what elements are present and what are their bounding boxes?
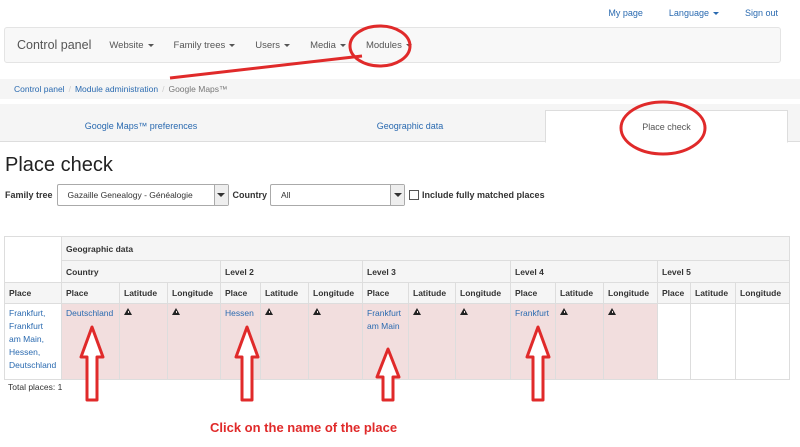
country-latitude-cell (119, 303, 168, 380)
empty-header-cell (4, 260, 62, 283)
level4-place-header: Place (510, 282, 556, 304)
country-value: All (281, 190, 291, 200)
country-longitude-header: Longitude (167, 282, 221, 304)
level4-header: Level 4 (510, 260, 658, 283)
caret-down-icon (229, 43, 236, 47)
place-column-header: Place (4, 282, 62, 304)
annotation-caption: Click on the name of the place (210, 420, 398, 435)
empty-header-cell (4, 236, 62, 261)
warning-icon (560, 308, 568, 315)
table-row: Frankfurt, Frankfurt am Main, Hessen, De… (4, 303, 790, 380)
family-tree-label: Family tree (5, 190, 53, 200)
place-check-table: Geographic data Country Level 2 Level 3 … (4, 236, 790, 380)
nav-family-trees-label: Family trees (173, 39, 226, 51)
level2-place-header: Place (220, 282, 261, 304)
level3-longitude-cell (455, 303, 511, 380)
caret-down-icon (284, 43, 291, 47)
geographic-data-header: Geographic data (61, 236, 790, 261)
level2-latitude-cell (260, 303, 309, 380)
warning-icon (608, 308, 616, 315)
breadcrumb-separator: / (162, 84, 165, 94)
breadcrumb-separator: / (68, 84, 71, 94)
level5-latitude-cell (690, 303, 736, 380)
my-page-link[interactable]: My page (608, 8, 643, 18)
nav-media[interactable]: Media (300, 40, 356, 51)
country-select[interactable]: All (270, 184, 406, 206)
level3-longitude-header: Longitude (455, 282, 511, 304)
country-longitude-cell (167, 303, 221, 380)
level5-place-header: Place (657, 282, 691, 304)
level2-place-link[interactable]: Hessen (220, 303, 261, 380)
include-matched-label: Include fully matched places (422, 190, 545, 200)
breadcrumb-control-panel[interactable]: Control panel (14, 84, 65, 94)
level2-longitude-header: Longitude (308, 282, 363, 304)
country-label: Country (232, 190, 268, 200)
page-title: Place check (5, 154, 113, 176)
chevron-down-icon (213, 185, 228, 205)
level3-latitude-header: Latitude (408, 282, 456, 304)
tab-preferences[interactable]: Google Maps™ preferences (12, 110, 270, 142)
level2-longitude-cell (308, 303, 363, 380)
filter-bar: Family tree Gazaille Genealogy - Généalo… (5, 184, 545, 206)
level3-latitude-cell (408, 303, 456, 380)
caret-down-icon (405, 43, 412, 47)
level4-place-link[interactable]: Frankfurt (510, 303, 556, 380)
navbar-brand[interactable]: Control panel (17, 38, 91, 52)
warning-icon (460, 308, 468, 315)
breadcrumb: Control panel / Module administration / … (0, 79, 800, 99)
level4-latitude-cell (555, 303, 604, 380)
language-menu[interactable]: Language (669, 8, 719, 18)
sign-out-link[interactable]: Sign out (745, 8, 778, 18)
navbar: Control panel Website Family trees Users… (4, 27, 781, 63)
nav-users[interactable]: Users (245, 40, 300, 51)
breadcrumb-current: Google Maps™ (168, 84, 228, 94)
country-header: Country (61, 260, 221, 283)
level5-place-cell (657, 303, 691, 380)
tab-geographic-data[interactable]: Geographic data (280, 110, 540, 142)
country-place-link[interactable]: Deutschland (61, 303, 120, 380)
level3-place-header: Place (362, 282, 409, 304)
level5-header: Level 5 (657, 260, 790, 283)
language-label: Language (668, 8, 709, 18)
level3-place-link[interactable]: Frankfurt am Main (362, 303, 409, 380)
level2-header: Level 2 (220, 260, 363, 283)
place-full-name-link[interactable]: Frankfurt, Frankfurt am Main, Hessen, De… (4, 303, 62, 380)
level3-header: Level 3 (362, 260, 511, 283)
nav-family-trees[interactable]: Family trees (164, 40, 246, 51)
caret-down-icon (712, 12, 719, 16)
nav-modules-label: Modules (365, 39, 402, 51)
warning-icon (313, 308, 321, 315)
level5-longitude-header: Longitude (735, 282, 790, 304)
family-tree-value: Gazaille Genealogy - Généalogie (67, 190, 193, 200)
breadcrumb-module-admin[interactable]: Module administration (75, 84, 158, 94)
nav-media-label: Media (310, 39, 336, 51)
family-tree-select[interactable]: Gazaille Genealogy - Généalogie (56, 184, 229, 206)
include-matched-checkbox[interactable] (409, 190, 420, 200)
warning-icon (413, 308, 421, 315)
nav-users-label: Users (255, 39, 281, 51)
top-links: My page Language Sign out (582, 8, 778, 18)
chevron-down-icon (390, 185, 405, 205)
country-latitude-header: Latitude (119, 282, 168, 304)
nav-website[interactable]: Website (99, 40, 163, 51)
nav-modules[interactable]: Modules (356, 40, 422, 51)
warning-icon (172, 308, 180, 315)
total-places: Total places: 1 (8, 382, 63, 392)
level5-longitude-cell (735, 303, 790, 380)
level4-latitude-header: Latitude (555, 282, 604, 304)
nav-website-label: Website (109, 39, 144, 51)
country-place-header: Place (61, 282, 120, 304)
level4-longitude-cell (603, 303, 658, 380)
caret-down-icon (339, 43, 346, 47)
warning-icon (265, 308, 273, 315)
tab-bar: Google Maps™ preferences Geographic data… (0, 104, 800, 143)
level5-latitude-header: Latitude (690, 282, 736, 304)
warning-icon (124, 308, 132, 315)
tab-place-check[interactable]: Place check (545, 110, 788, 143)
level2-latitude-header: Latitude (260, 282, 309, 304)
level4-longitude-header: Longitude (603, 282, 658, 304)
caret-down-icon (147, 43, 154, 47)
